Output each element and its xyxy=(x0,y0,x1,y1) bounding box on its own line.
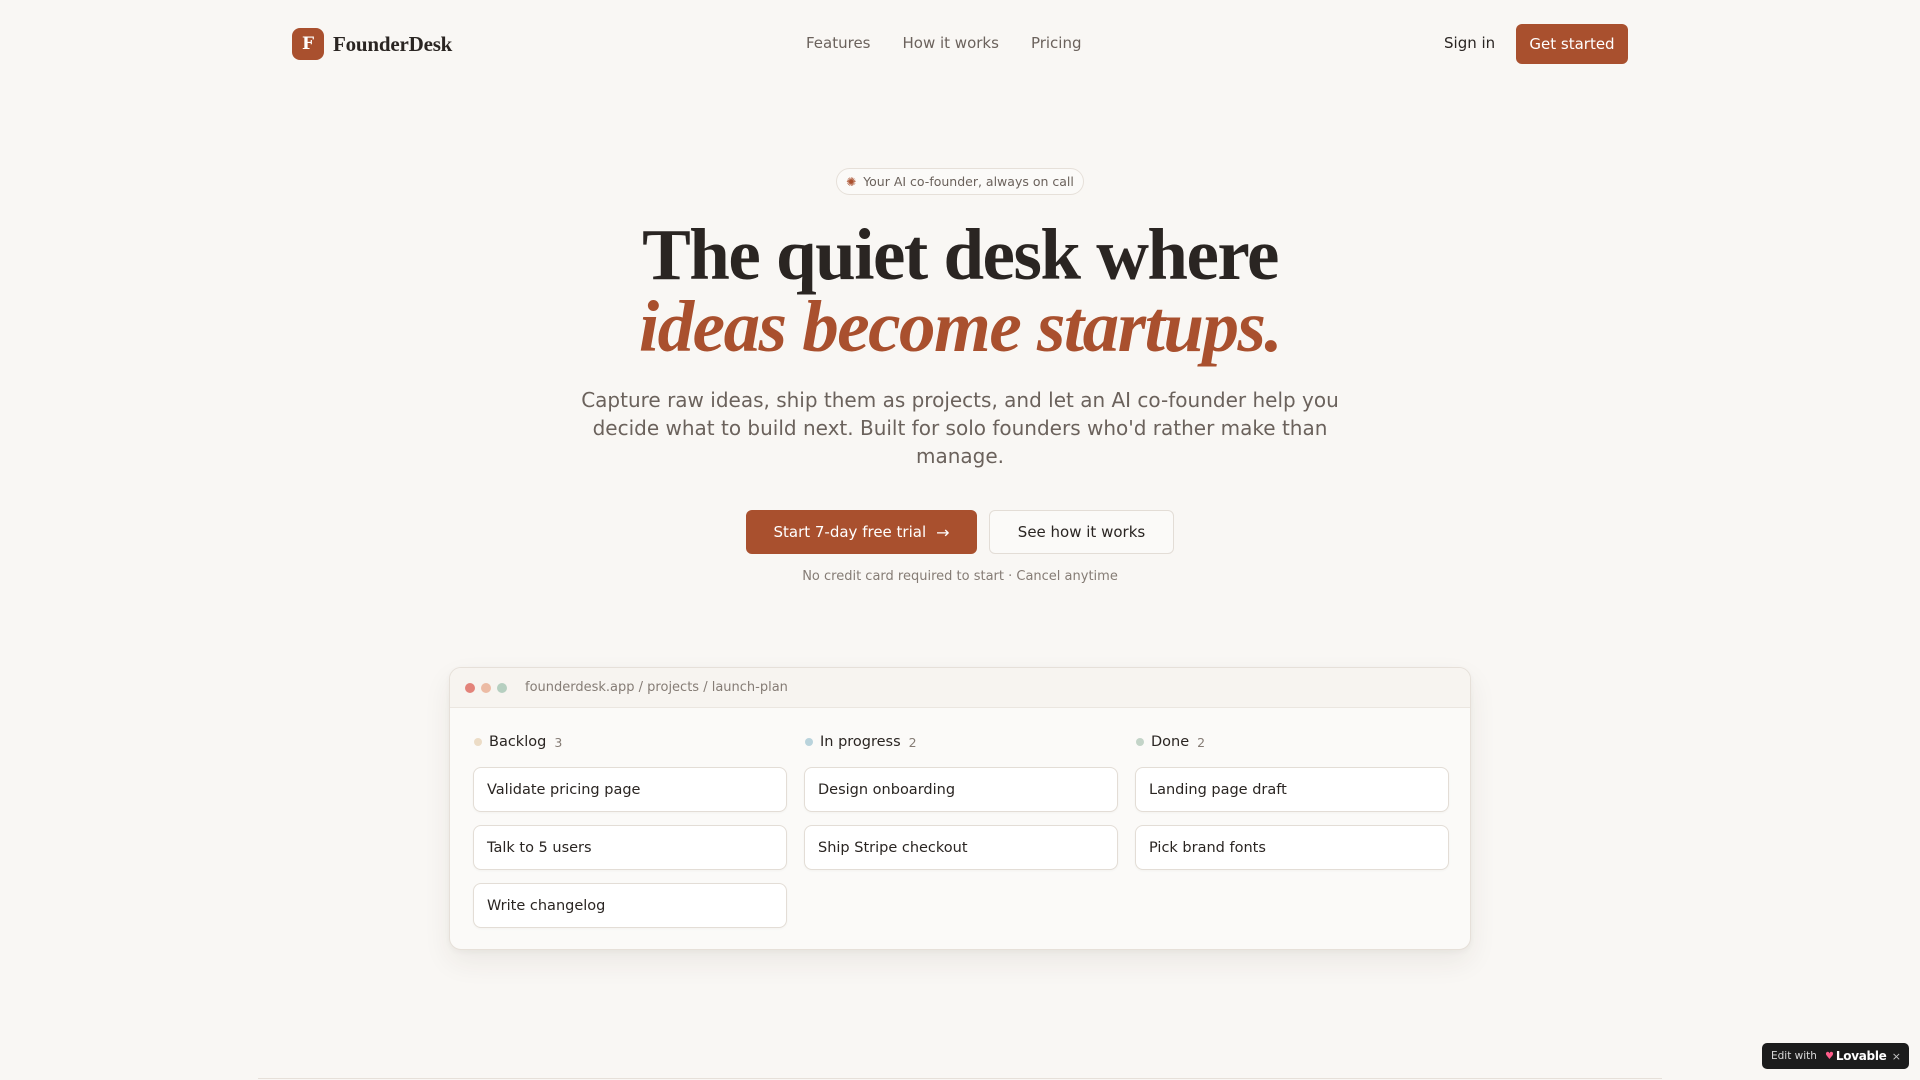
edit-with-lovable-badge[interactable]: Edit with ♥ Lovable × xyxy=(1762,1043,1909,1069)
logo-mark: F xyxy=(292,28,324,60)
close-icon[interactable]: × xyxy=(1892,1050,1901,1063)
column-title: In progress xyxy=(820,734,901,750)
headline-line-2: ideas become startups. xyxy=(638,286,1283,367)
hero-subtitle: Capture raw ideas, ship them as projects… xyxy=(581,388,1339,468)
window-url: founderdesk.app / projects / launch-plan xyxy=(525,680,788,695)
pill-text: Your AI co-founder, always on call xyxy=(863,174,1074,189)
column-count: 3 xyxy=(554,734,563,750)
badge-brand: Lovable xyxy=(1835,1049,1887,1063)
top-nav: F FounderDesk Features How it works Pric… xyxy=(0,0,1920,88)
nav-link-features[interactable]: Features xyxy=(806,34,871,52)
app-preview-window: founderdesk.app / projects / launch-plan… xyxy=(449,667,1471,950)
sparkle-icon: ✺ xyxy=(846,174,857,189)
column-count: 2 xyxy=(908,734,917,750)
start-trial-button[interactable]: Start 7-day free trial → xyxy=(746,510,977,554)
arrow-right-icon: → xyxy=(936,522,950,542)
kanban-column-in-progress: In progress 2 Design onboarding Ship Str… xyxy=(804,732,1118,941)
window-maximize-dot xyxy=(497,682,507,693)
start-trial-label: Start 7-day free trial xyxy=(773,523,927,541)
logo-text: FounderDesk xyxy=(333,31,453,56)
nav-links: Features How it works Pricing xyxy=(806,34,1082,52)
badge-prefix: Edit with xyxy=(1771,1050,1817,1062)
column-header: In progress 2 xyxy=(804,732,1118,752)
get-started-button[interactable]: Get started xyxy=(1516,24,1628,64)
headline-line-1: The quiet desk where xyxy=(642,214,1279,295)
section-divider xyxy=(258,1078,1662,1079)
column-status-dot xyxy=(805,738,813,746)
task-card[interactable]: Validate pricing page xyxy=(473,767,787,812)
column-status-dot xyxy=(1136,738,1144,746)
nav-link-pricing[interactable]: Pricing xyxy=(1031,34,1082,52)
task-card[interactable]: Pick brand fonts xyxy=(1135,825,1449,870)
see-how-it-works-button[interactable]: See how it works xyxy=(989,510,1174,554)
task-card[interactable]: Talk to 5 users xyxy=(473,825,787,870)
column-header: Backlog 3 xyxy=(473,732,787,752)
window-minimize-dot xyxy=(481,682,491,693)
column-title: Backlog xyxy=(489,734,547,750)
task-card[interactable]: Ship Stripe checkout xyxy=(804,825,1118,870)
sign-in-link[interactable]: Sign in xyxy=(1444,34,1495,52)
kanban-board: Backlog 3 Validate pricing page Talk to … xyxy=(473,732,1449,941)
column-count: 2 xyxy=(1197,734,1206,750)
window-titlebar: founderdesk.app / projects / launch-plan xyxy=(450,668,1470,708)
column-title: Done xyxy=(1151,734,1190,750)
window-close-dot xyxy=(465,682,475,693)
lovable-logo-icon: ♥ xyxy=(1824,1050,1834,1062)
task-card[interactable]: Landing page draft xyxy=(1135,767,1449,812)
hero-note: No credit card required to start · Cance… xyxy=(802,569,1118,584)
task-card[interactable]: Write changelog xyxy=(473,883,787,928)
task-card[interactable]: Design onboarding xyxy=(804,767,1118,812)
logo[interactable]: F FounderDesk xyxy=(292,28,452,60)
announcement-pill: ✺ Your AI co-founder, always on call xyxy=(836,168,1084,195)
nav-link-how-it-works[interactable]: How it works xyxy=(903,34,999,52)
kanban-column-done: Done 2 Landing page draft Pick brand fon… xyxy=(1135,732,1449,941)
kanban-column-backlog: Backlog 3 Validate pricing page Talk to … xyxy=(473,732,787,941)
column-status-dot xyxy=(474,738,482,746)
column-header: Done 2 xyxy=(1135,732,1449,752)
